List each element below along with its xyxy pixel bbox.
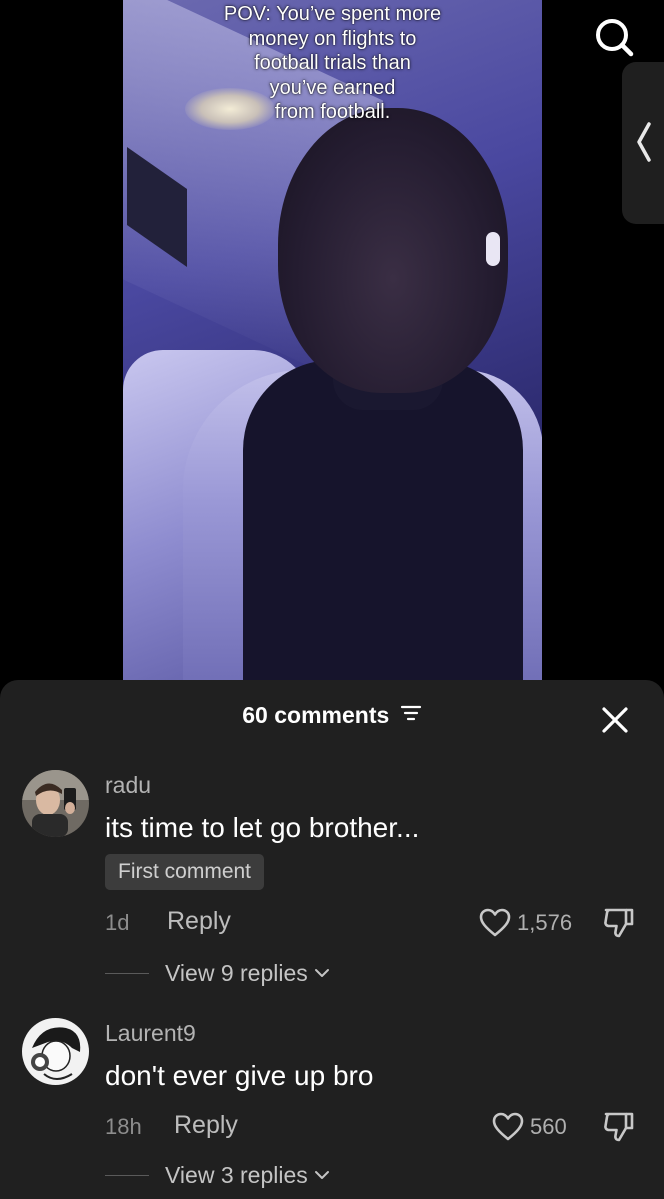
- first-comment-badge: First comment: [105, 854, 265, 890]
- dislike-button[interactable]: [602, 1110, 636, 1144]
- comments-count: 60 comments: [242, 702, 390, 728]
- comment-text: its time to let go brother...: [105, 812, 420, 843]
- like-button[interactable]: 1,576: [479, 906, 572, 940]
- dislike-icon: [604, 1112, 634, 1142]
- dislike-button[interactable]: [602, 906, 636, 940]
- comments-header: 60 comments: [0, 702, 664, 732]
- search-icon: [596, 19, 634, 57]
- side-panel-tab[interactable]: [622, 62, 664, 224]
- chevron-down-icon: [314, 969, 329, 977]
- chevron-down-icon: [314, 1171, 329, 1179]
- avatar-image: [22, 770, 89, 837]
- video-earbud: [486, 232, 500, 266]
- like-count: 1,576: [517, 910, 573, 935]
- close-icon: [602, 707, 628, 733]
- avatar-image: [22, 1018, 89, 1085]
- video-caption: POV: You’ve spent more money on flights …: [223, 3, 442, 123]
- comment-username[interactable]: radu: [105, 772, 151, 799]
- filter-icon: [400, 705, 421, 721]
- close-comments-button[interactable]: [600, 705, 630, 735]
- avatar[interactable]: [22, 1018, 89, 1085]
- app-screen: POV: You’ve spent more money on flights …: [0, 0, 664, 1199]
- view-replies-label: View 3 replies: [165, 1161, 308, 1188]
- video-person-head: [278, 108, 508, 393]
- chevron-left-icon: [637, 122, 651, 162]
- view-replies-button[interactable]: View 9 replies: [105, 958, 330, 988]
- comment-text: don't ever give up bro: [105, 1060, 374, 1091]
- heart-icon: [492, 1112, 524, 1141]
- reply-button[interactable]: Reply: [174, 1111, 238, 1140]
- like-button[interactable]: 560: [492, 1110, 567, 1144]
- heart-icon: [479, 908, 511, 937]
- avatar[interactable]: [22, 770, 89, 837]
- view-replies-button[interactable]: View 3 replies: [105, 1160, 330, 1190]
- filter-button[interactable]: [400, 704, 422, 727]
- replies-divider: [105, 972, 149, 974]
- dislike-icon: [604, 908, 634, 938]
- comment-timestamp: 1d: [105, 910, 130, 935]
- search-button[interactable]: [590, 14, 640, 64]
- comments-sheet: 60 comments radu its time to let go brot…: [0, 680, 664, 1199]
- video-player[interactable]: POV: You’ve spent more money on flights …: [123, 0, 542, 690]
- replies-divider: [105, 1174, 149, 1176]
- comment-username[interactable]: Laurent9: [105, 1020, 196, 1047]
- reply-button[interactable]: Reply: [167, 907, 231, 936]
- like-count: 560: [530, 1114, 567, 1139]
- comment-timestamp: 18h: [105, 1114, 142, 1139]
- view-replies-label: View 9 replies: [165, 959, 308, 986]
